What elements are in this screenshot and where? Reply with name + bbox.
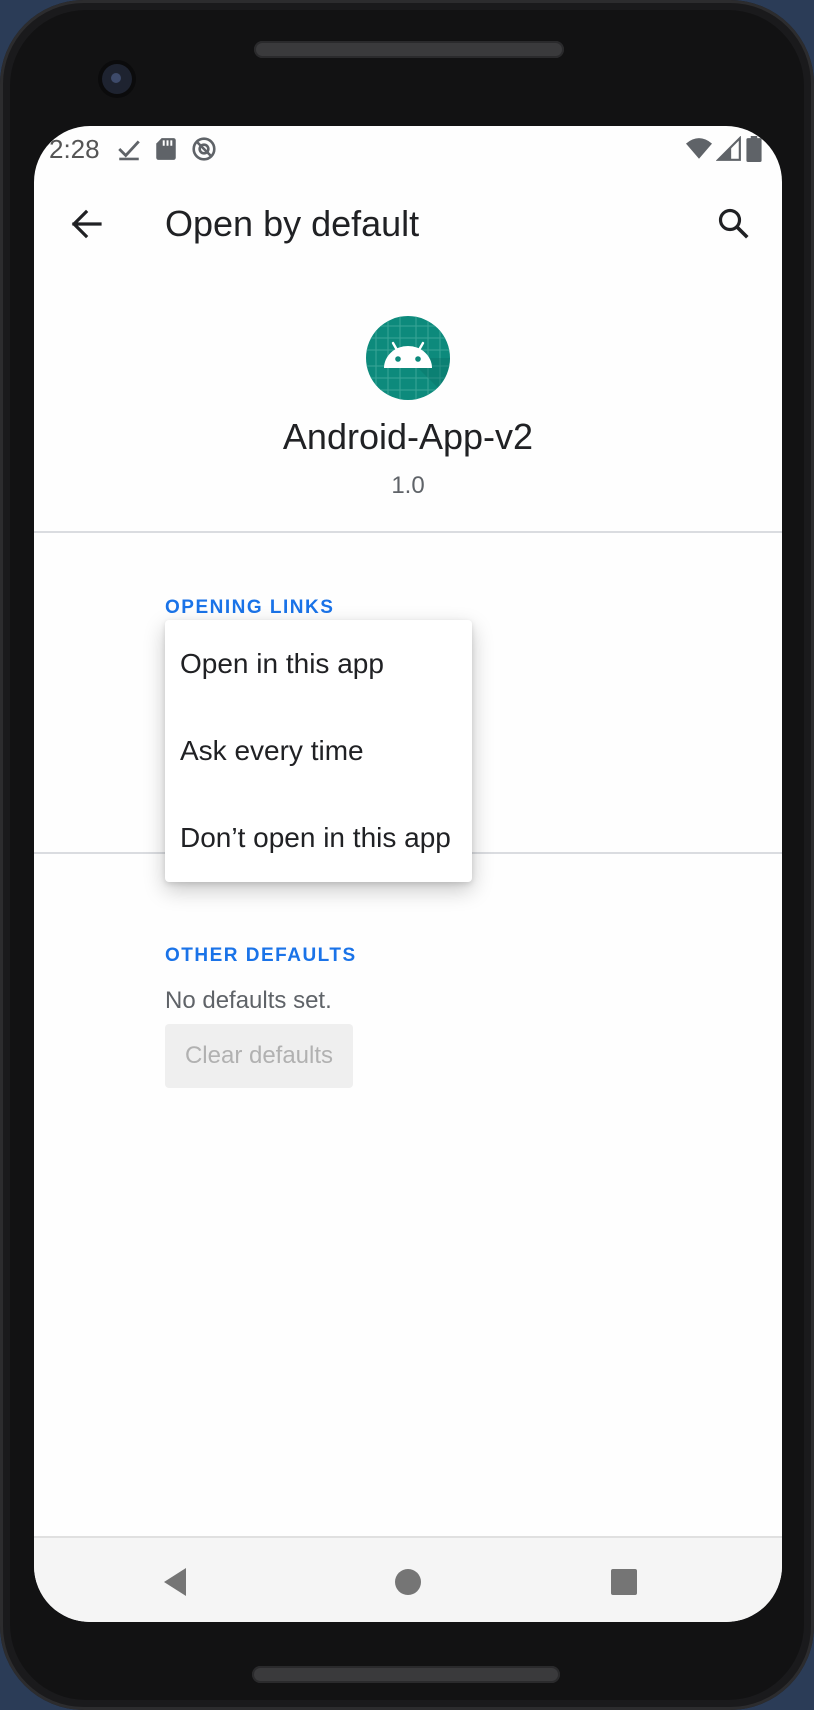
earpiece-speaker	[254, 41, 564, 58]
phone-frame: 2:28 Open by default Android-App-v2 1.0 …	[0, 0, 814, 1710]
option-ask-every-time[interactable]: Ask every time	[165, 707, 472, 794]
no-defaults-text: No defaults set.	[165, 987, 332, 1014]
opening-links-dropdown-menu: Open in this app Ask every time Don’t op…	[165, 620, 472, 882]
wifi-icon	[686, 136, 712, 162]
divider	[34, 531, 782, 533]
back-triangle-icon[interactable]	[158, 1564, 194, 1600]
back-button[interactable]	[58, 196, 114, 252]
front-camera	[102, 64, 132, 94]
cell-signal-icon	[715, 135, 742, 162]
screen: 2:28 Open by default Android-App-v2 1.0 …	[34, 126, 782, 1622]
battery-icon	[746, 136, 762, 162]
app-bar: Open by default	[34, 170, 782, 280]
arrow-back-icon	[71, 209, 102, 239]
search-icon	[718, 208, 749, 239]
at-sign-icon	[191, 136, 217, 162]
option-dont-open-in-this-app[interactable]: Don’t open in this app	[165, 794, 472, 881]
status-time: 2:28	[49, 134, 100, 164]
navigation-bar	[34, 1536, 782, 1622]
clear-defaults-button[interactable]: Clear defaults	[165, 1024, 353, 1088]
option-open-in-this-app[interactable]: Open in this app	[165, 620, 472, 707]
bottom-speaker	[252, 1666, 560, 1683]
check-icon	[116, 136, 142, 162]
opening-links-header: OPENING LINKS	[165, 597, 335, 618]
other-defaults-header: OTHER DEFAULTS	[165, 945, 357, 966]
android-robot-icon	[366, 316, 450, 400]
home-circle-icon[interactable]	[390, 1564, 426, 1600]
search-button[interactable]	[706, 196, 762, 252]
app-name: Android-App-v2	[282, 416, 534, 457]
sd-card-icon	[153, 136, 179, 162]
recents-square-icon[interactable]	[606, 1564, 642, 1600]
app-version: 1.0	[391, 472, 425, 499]
status-bar: 2:28	[34, 126, 782, 170]
page-title: Open by default	[165, 203, 420, 244]
